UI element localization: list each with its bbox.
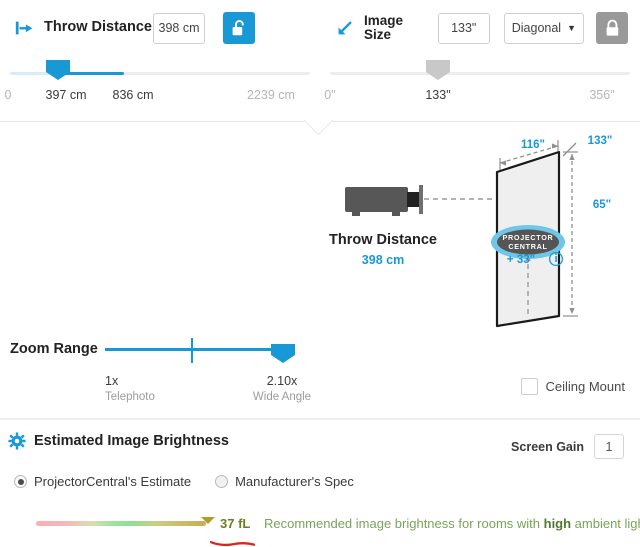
radio-projectorcentral-estimate-label: ProjectorCentral's Estimate [34, 474, 192, 489]
radio-manufacturer-spec-input[interactable] [215, 475, 229, 488]
gear-icon [8, 432, 26, 450]
screen-gain-input[interactable]: 1 [594, 434, 624, 459]
brightness-fl-value: 37 fL [220, 516, 251, 531]
brightness-marker-arrow-icon [201, 517, 215, 524]
ceiling-mount-checkbox[interactable] [520, 378, 538, 395]
diagonal-arrow-icon [338, 21, 352, 35]
image-size-unit-select[interactable]: Diagonal ▼ [503, 12, 584, 44]
image-size-input[interactable]: 133" [437, 12, 490, 44]
padlock-open-icon [232, 19, 244, 35]
brightness-gradient-bar [36, 521, 206, 526]
screen-diagonal-label: 133" [588, 135, 613, 147]
throw-distance-min-label: 0 [4, 88, 12, 102]
recommendation-suffix: ambient light [574, 516, 640, 531]
throw-distance-slider-handle[interactable] [45, 60, 70, 80]
brightness-header: Estimated Image Brightness [8, 432, 229, 450]
image-size-max-label: 356" [589, 88, 615, 102]
throw-distance-max-label: 2239 cm [247, 88, 295, 102]
image-size-track[interactable] [330, 72, 630, 75]
screen-gain-label: Screen Gain [511, 439, 584, 454]
brightness-source-radios: ProjectorCentral's Estimate Manufacturer… [14, 474, 378, 489]
throw-distance-current-label: 397 cm [45, 88, 87, 102]
brightness-meter-row: 37 fL Recommended image brightness for r… [0, 512, 640, 547]
projection-diagram: PROJECTOR CENTRAL 116" 133" 65" + 33" Th… [0, 122, 640, 330]
screen-height-dimension [563, 151, 578, 317]
ceiling-mount-label: Ceiling Mount [545, 379, 626, 394]
radio-manufacturer-spec[interactable]: Manufacturer's Spec [215, 474, 354, 489]
zoom-range-handle[interactable] [271, 344, 295, 363]
padlock-closed-icon [606, 19, 618, 36]
radio-manufacturer-spec-label: Manufacturer's Spec [235, 474, 354, 489]
image-size-slider[interactable]: 0" 133" 356" [320, 58, 640, 108]
throw-distance-header: Throw Distance 398 cm [0, 0, 320, 56]
recommendation-prefix: Recommended image brightness for rooms w… [264, 516, 544, 531]
zoom-range-min: 1x Telephoto [105, 374, 155, 403]
chevron-down-icon: ▼ [567, 22, 576, 33]
zoom-range-max-value: 2.10x [266, 374, 298, 388]
screen-height-label: 65" [593, 199, 611, 211]
image-size-current-label: 133" [425, 88, 451, 102]
ceiling-mount-option[interactable]: Ceiling Mount [520, 378, 626, 395]
logo-line-2: CENTRAL [508, 242, 547, 251]
brightness-section: Estimated Image Brightness Screen Gain 1… [0, 419, 640, 547]
throw-distance-arrow-icon [15, 21, 33, 35]
zoom-range-track[interactable] [105, 348, 283, 351]
zoom-range-min-value: 1x [105, 374, 119, 388]
zoom-range-title: Zoom Range [10, 341, 98, 357]
screen-offset-label: + 33" [507, 254, 535, 266]
projector-calculator-app: Throw Distance 398 cm 0 397 cm 836 cm 22… [0, 0, 640, 547]
zoom-range-min-sub: Telephoto [105, 391, 155, 403]
image-size-scale: 0" 133" 356" [320, 88, 640, 106]
image-size-min-label: 0" [324, 88, 336, 102]
logo-line-1: PROJECTOR [503, 233, 554, 242]
image-size-label: Image Size [364, 12, 404, 42]
diagram-throw-distance-label: Throw Distance [329, 232, 437, 248]
throw-distance-lock-button[interactable] [223, 12, 255, 44]
image-size-unit-value: Diagonal [511, 21, 562, 35]
projector-icon [345, 185, 423, 216]
red-underline-annotation [210, 541, 255, 547]
throw-distance-track-fill [64, 72, 124, 75]
projection-diagram-svg: PROJECTOR CENTRAL 116" 133" 65" + 33" Th… [329, 135, 613, 328]
screen-gain-control: Screen Gain 1 [511, 434, 624, 459]
recommendation-emphasis: high [543, 516, 572, 531]
throw-distance-label: Throw Distance [44, 19, 152, 36]
image-size-control: Image Size 133" Diagonal ▼ 0" 133" 356" [320, 0, 640, 122]
throw-distance-mid-label: 836 cm [112, 88, 154, 102]
image-size-slider-handle[interactable] [426, 60, 451, 80]
throw-distance-slider[interactable]: 0 397 cm 836 cm 2239 cm [0, 58, 320, 108]
zoom-range-max-sub: Wide Angle [252, 391, 312, 403]
zoom-range-max: 2.10x Wide Angle [222, 374, 342, 403]
throw-distance-input[interactable]: 398 cm [153, 12, 205, 44]
throw-distance-scale: 0 397 cm 836 cm 2239 cm [0, 88, 320, 106]
image-size-lock-button[interactable] [596, 12, 628, 44]
zoom-range-midpoint-tick [191, 338, 193, 363]
brightness-title: Estimated Image Brightness [34, 433, 229, 449]
diagram-throw-distance-value: 398 cm [362, 253, 404, 267]
top-controls-panel: Throw Distance 398 cm 0 397 cm 836 cm 22… [0, 0, 640, 136]
screen-width-label: 116" [521, 139, 545, 151]
throw-distance-control: Throw Distance 398 cm 0 397 cm 836 cm 22… [0, 0, 320, 122]
zoom-range-section: Zoom Range 1x Telephoto 2.10x Wide Angle… [0, 330, 640, 419]
radio-projectorcentral-estimate-input[interactable] [14, 475, 27, 488]
image-size-header: Image Size 133" Diagonal ▼ [320, 0, 640, 56]
brightness-recommendation: Recommended image brightness for rooms w… [264, 516, 640, 531]
radio-projectorcentral-estimate[interactable]: ProjectorCentral's Estimate [14, 474, 191, 489]
